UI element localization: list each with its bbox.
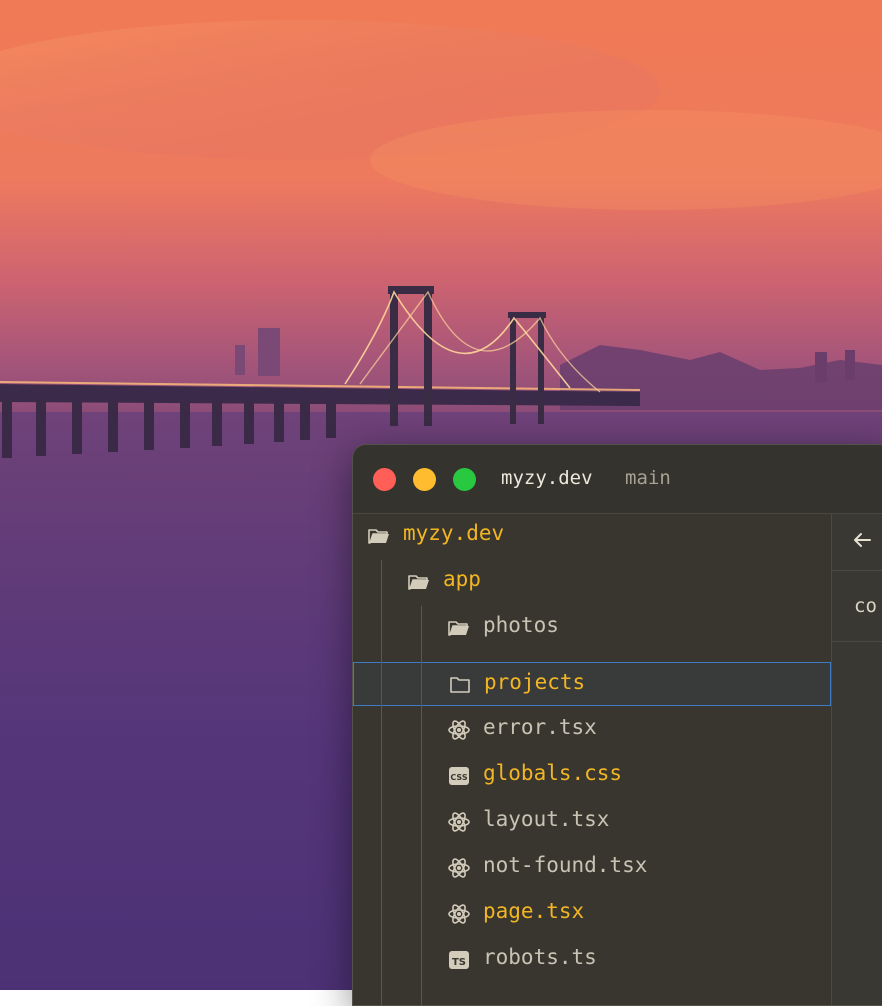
react-icon: [447, 902, 471, 926]
editor-tab-label: co: [854, 595, 877, 617]
tree-item[interactable]: projects: [353, 662, 831, 706]
tree-item[interactable]: app: [353, 560, 831, 604]
maximize-window-button[interactable]: [453, 468, 476, 491]
file-explorer-window: myzy.dev main myzy.dev app photos projects e…: [352, 444, 882, 1006]
folder-open-icon: [447, 616, 471, 640]
editor-tab[interactable]: co: [832, 571, 882, 642]
window-titlebar[interactable]: myzy.dev main: [353, 445, 882, 514]
tree-item-label: robots.ts: [483, 945, 597, 969]
minimize-window-button[interactable]: [413, 468, 436, 491]
file-tree: myzy.dev app photos projects error.tsx CSS glo…: [353, 514, 831, 1005]
indent-guide: [421, 606, 422, 1005]
tree-item-label: not-found.tsx: [483, 853, 648, 877]
tree-item[interactable]: CSS globals.css: [353, 754, 831, 798]
tree-item[interactable]: myzy.dev: [353, 514, 831, 558]
css-file-icon: CSS: [447, 764, 471, 788]
react-icon: [447, 856, 471, 880]
tree-item[interactable]: page.tsx: [353, 892, 831, 936]
tree-item-label: error.tsx: [483, 715, 597, 739]
tree-item-label: app: [443, 567, 481, 591]
tree-item-label: layout.tsx: [483, 807, 610, 831]
tree-item-label: globals.css: [483, 761, 623, 785]
indent-guide: [381, 560, 382, 1005]
tree-item[interactable]: TS robots.ts: [353, 938, 831, 982]
git-branch-label[interactable]: main: [625, 467, 671, 489]
editor-pane: co: [831, 514, 882, 1005]
react-icon: [447, 718, 471, 742]
svg-text:TS: TS: [452, 957, 466, 968]
tree-item-label: myzy.dev: [403, 521, 505, 545]
tree-item-label: photos: [483, 613, 559, 637]
tree-item-label: page.tsx: [483, 899, 585, 923]
svg-text:CSS: CSS: [450, 773, 467, 782]
react-icon: [447, 810, 471, 834]
folder-closed-icon: [448, 673, 472, 697]
folder-open-icon: [407, 570, 431, 594]
tree-item[interactable]: layout.tsx: [353, 800, 831, 844]
back-arrow-icon[interactable]: [850, 528, 874, 552]
tree-item[interactable]: photos: [353, 606, 831, 650]
ts-file-icon: TS: [447, 948, 471, 972]
folder-open-icon: [367, 524, 391, 548]
editor-toolbar: [832, 514, 882, 571]
tree-item[interactable]: error.tsx: [353, 708, 831, 752]
tree-item-label: projects: [484, 670, 586, 694]
tree-item[interactable]: not-found.tsx: [353, 846, 831, 890]
close-window-button[interactable]: [373, 468, 396, 491]
window-title: myzy.dev: [501, 467, 593, 489]
